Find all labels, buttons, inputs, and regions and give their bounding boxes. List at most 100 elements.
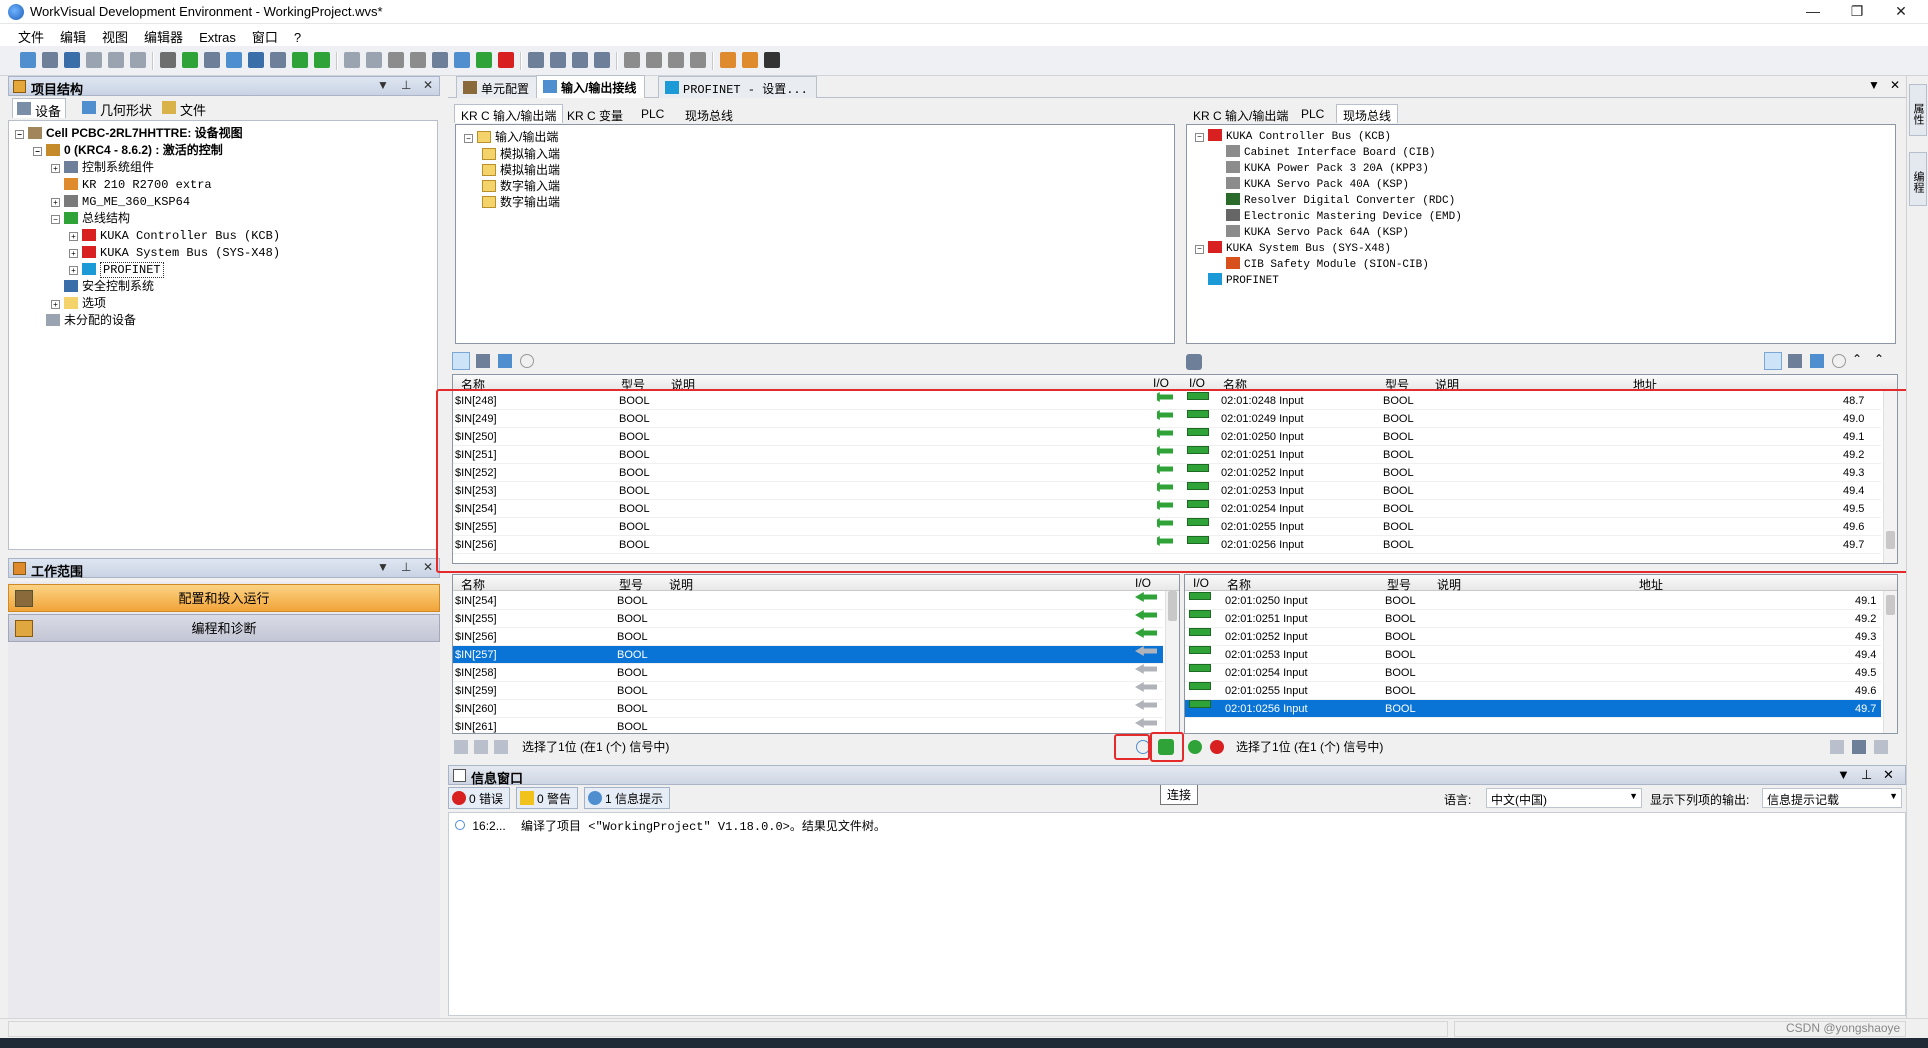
menu-editors[interactable]: 编辑器 xyxy=(136,24,191,46)
edit-icon[interactable] xyxy=(474,740,488,754)
fieldbus-signal-row[interactable]: 02:01:0256 Input BOOL 49.7 xyxy=(1185,700,1881,718)
toolbar-button[interactable] xyxy=(550,52,566,68)
pin-icon[interactable]: ⊥ xyxy=(401,78,411,92)
tree-item[interactable]: + MG_ME_360_KSP64 xyxy=(51,193,190,210)
filter-icon[interactable] xyxy=(1764,352,1782,370)
doc-dropdown-icon[interactable]: ▼ xyxy=(1868,78,1880,92)
krc-signal-row[interactable]: $IN[256] BOOL xyxy=(453,628,1163,646)
toolbar-button[interactable] xyxy=(742,52,758,68)
tab-fieldbus-right[interactable]: 现场总线 xyxy=(1336,104,1399,123)
toolbar-button[interactable] xyxy=(344,52,360,68)
green-status-icon[interactable] xyxy=(1188,740,1202,754)
edit-icon[interactable] xyxy=(476,354,490,368)
toolbar-button[interactable] xyxy=(366,52,382,68)
fieldbus-tree-item[interactable]: Cabinet Interface Board (CIB) xyxy=(1213,145,1435,162)
connect-button-icon[interactable] xyxy=(1158,739,1174,755)
col-type[interactable]: 型号 xyxy=(619,576,643,593)
fieldbus-tree-item[interactable]: − KUKA Controller Bus (KCB) xyxy=(1195,129,1391,146)
col-io-right[interactable]: I/O xyxy=(1189,376,1205,390)
table-icon[interactable] xyxy=(498,354,512,368)
doc-tab-profinet[interactable]: PROFINET - 设置... xyxy=(658,76,817,98)
toolbar-button[interactable] xyxy=(226,52,242,68)
collapse-icon[interactable]: − xyxy=(1195,133,1204,142)
toolbar-button[interactable] xyxy=(130,52,146,68)
fieldbus-signal-row[interactable]: 02:01:0251 Input BOOL 49.2 xyxy=(1185,610,1881,628)
collapse-icon[interactable]: − xyxy=(464,134,473,143)
tab-plc-right[interactable]: PLC xyxy=(1294,104,1331,123)
expand-icon[interactable]: + xyxy=(69,249,78,258)
toolbar-button[interactable] xyxy=(292,52,308,68)
doc-tab-io-wiring[interactable]: 输入/输出接线 xyxy=(536,75,646,98)
work-item-program[interactable]: 编程和诊断 xyxy=(8,614,440,642)
wired-row[interactable]: $IN[250] BOOL 02:01:0250 Input BOOL 49.1 xyxy=(453,428,1881,446)
toolbar-button[interactable] xyxy=(690,52,706,68)
expand-icon[interactable]: + xyxy=(69,266,78,275)
tab-plc[interactable]: PLC xyxy=(634,104,671,123)
connect-icon[interactable] xyxy=(454,740,468,754)
fieldbus-tree-item[interactable]: − KUKA System Bus (SYS-X48) xyxy=(1195,241,1391,258)
edit-icon[interactable] xyxy=(1788,354,1802,368)
hints-filter-button[interactable]: 1 信息提示 xyxy=(584,787,670,809)
toolbar-button[interactable] xyxy=(248,52,264,68)
collapse-icon[interactable]: − xyxy=(33,147,42,156)
krc-signal-row[interactable]: $IN[258] BOOL xyxy=(453,664,1163,682)
tree-item[interactable]: + 控制系统组件 xyxy=(51,159,154,176)
io-tree-item[interactable]: 数字输出端 xyxy=(482,194,560,211)
fieldbus-signal-row[interactable]: 02:01:0252 Input BOOL 49.3 xyxy=(1185,628,1881,646)
tree-item[interactable]: − 总线结构 xyxy=(51,210,130,227)
close-icon[interactable]: ✕ xyxy=(1883,767,1894,783)
doc-close-icon[interactable]: ✕ xyxy=(1890,78,1900,92)
signal-icon[interactable] xyxy=(520,354,534,368)
fieldbus-signal-row[interactable]: 02:01:0254 Input BOOL 49.5 xyxy=(1185,664,1881,682)
toolbar-button[interactable] xyxy=(388,52,404,68)
wired-row[interactable]: $IN[248] BOOL 02:01:0248 Input BOOL 48.7 xyxy=(453,392,1881,410)
toolbar-button[interactable] xyxy=(594,52,610,68)
minimize-button[interactable]: — xyxy=(1790,0,1836,24)
toolbar-button[interactable] xyxy=(20,52,36,68)
tree-item[interactable]: + 选项 xyxy=(51,295,106,312)
warnings-filter-button[interactable]: 0 警告 xyxy=(516,787,578,809)
menu-view[interactable]: 视图 xyxy=(94,24,136,46)
toolbar-button[interactable] xyxy=(498,52,514,68)
tree-item[interactable]: + KUKA System Bus (SYS-X48) xyxy=(69,244,280,261)
wired-grid-scrollbar[interactable] xyxy=(1883,391,1897,563)
col-desc[interactable]: 说明 xyxy=(1437,576,1461,593)
collapse-all-icon[interactable]: ⌃ xyxy=(1874,352,1884,366)
pin-icon[interactable]: ⊥ xyxy=(1861,767,1872,783)
menu-edit[interactable]: 编辑 xyxy=(52,24,94,46)
col-desc[interactable]: 说明 xyxy=(671,376,695,393)
tab-krc-io[interactable]: KR C 输入/输出端 xyxy=(454,104,564,123)
collapse-icon[interactable]: − xyxy=(1195,245,1204,254)
tab-krc-io-right[interactable]: KR C 输入/输出端 xyxy=(1186,104,1295,123)
disconnect-icon[interactable] xyxy=(1186,354,1202,370)
tab-krc-vars[interactable]: KR C 变量 xyxy=(560,104,630,123)
tree-item[interactable]: − 0 (KRC4 - 8.6.2) : 激活的控制 xyxy=(33,142,223,159)
fieldbus-tree-item[interactable]: KUKA Servo Pack 40A (KSP) xyxy=(1213,177,1409,194)
signal-icon[interactable] xyxy=(1136,740,1150,754)
tree-item[interactable]: 未分配的设备 xyxy=(33,312,136,329)
fieldbus-tree-item[interactable]: CIB Safety Module (SION-CIB) xyxy=(1213,257,1429,274)
wired-row[interactable]: $IN[252] BOOL 02:01:0252 Input BOOL 49.3 xyxy=(453,464,1881,482)
wired-row[interactable]: $IN[251] BOOL 02:01:0251 Input BOOL 49.2 xyxy=(453,446,1881,464)
red-status-icon[interactable] xyxy=(1210,740,1224,754)
col-io[interactable]: I/O xyxy=(1135,576,1151,590)
col-name[interactable]: 名称 xyxy=(1227,576,1251,593)
close-button[interactable]: ✕ xyxy=(1878,0,1924,24)
wired-row[interactable]: $IN[256] BOOL 02:01:0256 Input BOOL 49.7 xyxy=(453,536,1881,554)
errors-filter-button[interactable]: 0 错误 xyxy=(448,787,510,809)
info-message-row[interactable]: 16:2... 编译了项目 <"WorkingProject" V1.18.0.… xyxy=(455,817,886,834)
output-filter-select[interactable]: 信息提示记载 ▼ xyxy=(1762,788,1902,808)
tab-devices[interactable]: 设备 xyxy=(12,98,67,119)
col-name[interactable]: 名称 xyxy=(461,576,485,593)
language-select[interactable]: 中文(中国) ▼ xyxy=(1486,788,1642,808)
toolbar-button[interactable] xyxy=(476,52,492,68)
col-type[interactable]: 型号 xyxy=(1387,576,1411,593)
toolbar-button[interactable] xyxy=(572,52,588,68)
dropdown-icon[interactable]: ▼ xyxy=(1837,767,1850,782)
col-address[interactable]: 地址 xyxy=(1639,576,1663,593)
fieldbus-tree-item[interactable]: PROFINET xyxy=(1195,273,1279,290)
expand-icon[interactable]: + xyxy=(51,164,60,173)
io-tree-item[interactable]: 模拟输出端 xyxy=(482,162,560,179)
collapse-icon[interactable]: − xyxy=(51,215,60,224)
fieldbus-signal-row[interactable]: 02:01:0250 Input BOOL 49.1 xyxy=(1185,592,1881,610)
